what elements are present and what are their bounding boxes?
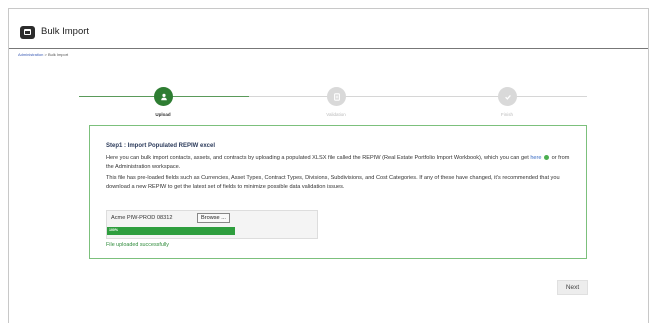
card-description: Here you can bulk import contacts, asset… bbox=[106, 154, 576, 171]
upload-progress-bar: 100% bbox=[107, 227, 235, 235]
description-text: Here you can bulk import contacts, asset… bbox=[106, 155, 531, 161]
step-validation bbox=[327, 87, 346, 106]
card-note: This file has pre-loaded fields such as … bbox=[106, 175, 560, 190]
upload-icon bbox=[160, 93, 167, 100]
next-button[interactable]: Next bbox=[557, 280, 588, 295]
wizard-stepper: Upload Validation Finish bbox=[9, 85, 648, 125]
step-label-finish: Finish bbox=[500, 112, 513, 117]
app-window: Bulk Import Administration > Bulk Import bbox=[8, 8, 649, 323]
app-header: Bulk Import bbox=[9, 9, 648, 49]
step-label-upload: Upload bbox=[155, 112, 171, 117]
page-title: Bulk Import bbox=[41, 26, 90, 37]
import-icon bbox=[20, 26, 35, 39]
stepper-track-pending bbox=[249, 96, 587, 97]
check-icon bbox=[504, 94, 511, 100]
upload-progress-fill bbox=[107, 227, 235, 235]
selected-file-name: Acme PIW-PROD 08312 bbox=[111, 215, 173, 221]
breadcrumb-item-administration[interactable]: Administration bbox=[18, 52, 43, 57]
step-finish bbox=[498, 87, 517, 106]
here-link[interactable]: here bbox=[530, 155, 541, 161]
step-upload bbox=[154, 87, 173, 106]
browse-button[interactable]: Browse ... bbox=[197, 213, 230, 223]
breadcrumb: Administration > Bulk Import bbox=[18, 52, 68, 57]
file-upload-box: Acme PIW-PROD 08312 Browse ... 100% bbox=[106, 210, 318, 239]
card-title: Step1 : Import Populated REPIW excel bbox=[106, 143, 216, 149]
header-divider bbox=[9, 48, 648, 49]
step-label-validation: Validation bbox=[326, 112, 346, 117]
upload-progress-text: 100% bbox=[109, 228, 118, 232]
upload-status: File uploaded successfully bbox=[106, 242, 169, 248]
breadcrumb-item-bulk-import: Bulk Import bbox=[47, 52, 69, 57]
validation-icon bbox=[333, 92, 340, 101]
info-icon bbox=[544, 154, 550, 160]
breadcrumb-separator: > bbox=[44, 52, 47, 57]
upload-card: Step1 : Import Populated REPIW excel Her… bbox=[89, 125, 587, 259]
